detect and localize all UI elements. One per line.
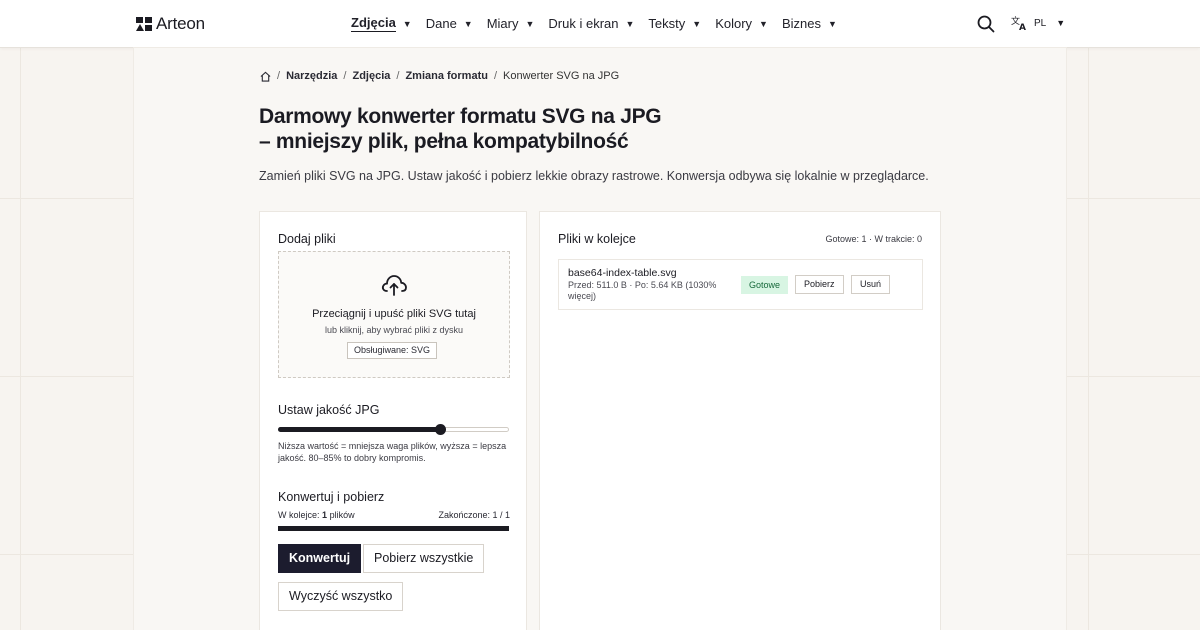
brand-name: Arteon — [156, 14, 205, 33]
page-description: Zamień pliki SVG na JPG. Ustaw jakość i … — [259, 169, 929, 183]
breadcrumb-current: Konwerter SVG na JPG — [503, 70, 620, 82]
cloud-upload-icon — [381, 275, 407, 296]
file-name: base64-index-table.svg — [568, 267, 677, 279]
supported-formats-badge: Obsługiwane: SVG — [347, 342, 438, 359]
nav-item-biznes[interactable]: Biznes ▼ — [782, 15, 837, 32]
nav-item-miary[interactable]: Miary ▼ — [487, 15, 535, 32]
page-title: Darmowy konwerter formatu SVG na JPG – m… — [259, 104, 819, 154]
nav-item-kolory[interactable]: Kolory ▼ — [715, 15, 768, 32]
caret-down-icon: ▼ — [402, 18, 412, 29]
logo-mark-icon — [136, 17, 152, 31]
caret-down-icon: ▼ — [828, 18, 837, 29]
breadcrumb-separator: / — [396, 70, 400, 82]
quality-section-title: Ustaw jakość JPG — [278, 403, 380, 417]
file-dropzone[interactable]: Przeciągnij i upuść pliki SVG tutaj lub … — [278, 251, 510, 378]
translate-icon: 文 A — [1011, 15, 1026, 31]
status-badge: Gotowe — [741, 276, 789, 294]
nav-item-teksty[interactable]: Teksty ▼ — [648, 15, 701, 32]
caret-down-icon: ▼ — [625, 18, 635, 29]
breadcrumb: / Narzędzia / Zdjęcia / Zmiana formatu /… — [260, 70, 619, 82]
nav-item-label: Teksty — [648, 16, 686, 31]
queue-stats: W kolejce: 1 plików Zakończone: 1 / 1 — [278, 510, 510, 520]
language-switcher[interactable]: 文 A PL ▼ — [1011, 15, 1065, 31]
nav-item-druk-i-ekran[interactable]: Druk i ekran ▼ — [548, 15, 634, 32]
slider-thumb[interactable] — [434, 424, 446, 435]
download-file-button[interactable]: Pobierz — [795, 275, 844, 294]
caret-down-icon: ▼ — [525, 18, 535, 29]
quality-hint: Niższa wartość = mniejsza waga plików, w… — [278, 441, 507, 463]
page-title-line-1: Darmowy konwerter formatu SVG na JPG — [259, 105, 662, 128]
conversion-progress-bar — [278, 526, 509, 531]
queue-count-prefix: W kolejce: — [278, 510, 320, 520]
queue-status: Gotowe: 1 · W trakcie: 0 — [825, 234, 922, 244]
breadcrumb-link-zmiana-formatu[interactable]: Zmiana formatu — [405, 70, 488, 82]
nav-item-zdjecia[interactable]: Zdjęcia ▼ — [351, 15, 412, 32]
file-row: base64-index-table.svg Przed: 511.0 B · … — [558, 259, 923, 310]
download-all-button[interactable]: Pobierz wszystkie — [363, 544, 485, 573]
dropzone-instruction: Przeciągnij i upuść pliki SVG tutaj — [312, 308, 476, 320]
completed-count: Zakończone: 1 / 1 — [438, 510, 510, 520]
nav-item-label: Biznes — [781, 16, 821, 31]
slider-fill — [278, 427, 440, 432]
nav-item-label: Miary — [486, 16, 519, 31]
page-title-line-2: – mniejszy plik, pełna kompatybilność — [259, 130, 629, 153]
queue-count-text: W kolejce: 1 plików — [278, 510, 355, 520]
home-icon[interactable] — [260, 71, 271, 82]
top-navbar: Arteon Zdjęcia ▼ Dane ▼ Miary ▼ Druk i e… — [0, 0, 1200, 48]
search-icon[interactable] — [977, 15, 995, 33]
converter-settings-card: Dodaj pliki Przeciągnij i upuść pliki SV… — [259, 211, 527, 630]
nav-item-label: Druk i ekran — [548, 16, 619, 31]
nav-item-label: Zdjęcia — [351, 15, 396, 32]
remove-file-button[interactable]: Usuń — [851, 275, 891, 294]
upload-section-title: Dodaj pliki — [278, 232, 336, 246]
language-code: PL — [1034, 17, 1047, 29]
caret-down-icon: ▼ — [759, 18, 768, 29]
dropzone-subtext: lub kliknij, aby wybrać pliki z dysku — [324, 325, 464, 335]
main-content: / Narzędzia / Zdjęcia / Zmiana formatu /… — [134, 48, 1066, 630]
breadcrumb-separator: / — [343, 70, 347, 82]
caret-down-icon: ▼ — [692, 18, 702, 29]
progress-fill — [278, 526, 509, 531]
jpg-quality-slider[interactable] — [278, 424, 509, 435]
nav-item-label: Dane — [425, 16, 457, 31]
file-size-info: Przed: 511.0 B · Po: 5.64 KB (1030% więc… — [568, 280, 717, 301]
nav-item-label: Kolory — [715, 16, 753, 31]
breadcrumb-separator: / — [493, 70, 498, 82]
queue-section-title: Pliki w kolejce — [558, 232, 636, 246]
clear-all-button[interactable]: Wyczyść wszystko — [278, 582, 404, 611]
convert-section-title: Konwertuj i pobierz — [278, 490, 385, 504]
queue-card: Pliki w kolejce Gotowe: 1 · W trakcie: 0… — [539, 211, 941, 630]
svg-text:A: A — [1019, 23, 1026, 31]
convert-button[interactable]: Konwertuj — [278, 544, 362, 573]
queue-count-number: 1 — [322, 510, 328, 520]
caret-down-icon: ▼ — [463, 18, 473, 29]
brand-logo[interactable]: Arteon — [136, 14, 205, 34]
breadcrumb-link-narzedzia[interactable]: Narzędzia — [286, 70, 337, 82]
queue-count-suffix: plików — [329, 510, 355, 520]
breadcrumb-link-zdjecia[interactable]: Zdjęcia — [352, 70, 390, 82]
breadcrumb-separator: / — [277, 70, 281, 82]
nav-item-dane[interactable]: Dane ▼ — [426, 15, 473, 32]
caret-down-icon: ▼ — [1056, 18, 1066, 28]
main-nav: Zdjęcia ▼ Dane ▼ Miary ▼ Druk i ekran ▼ … — [351, 15, 851, 32]
